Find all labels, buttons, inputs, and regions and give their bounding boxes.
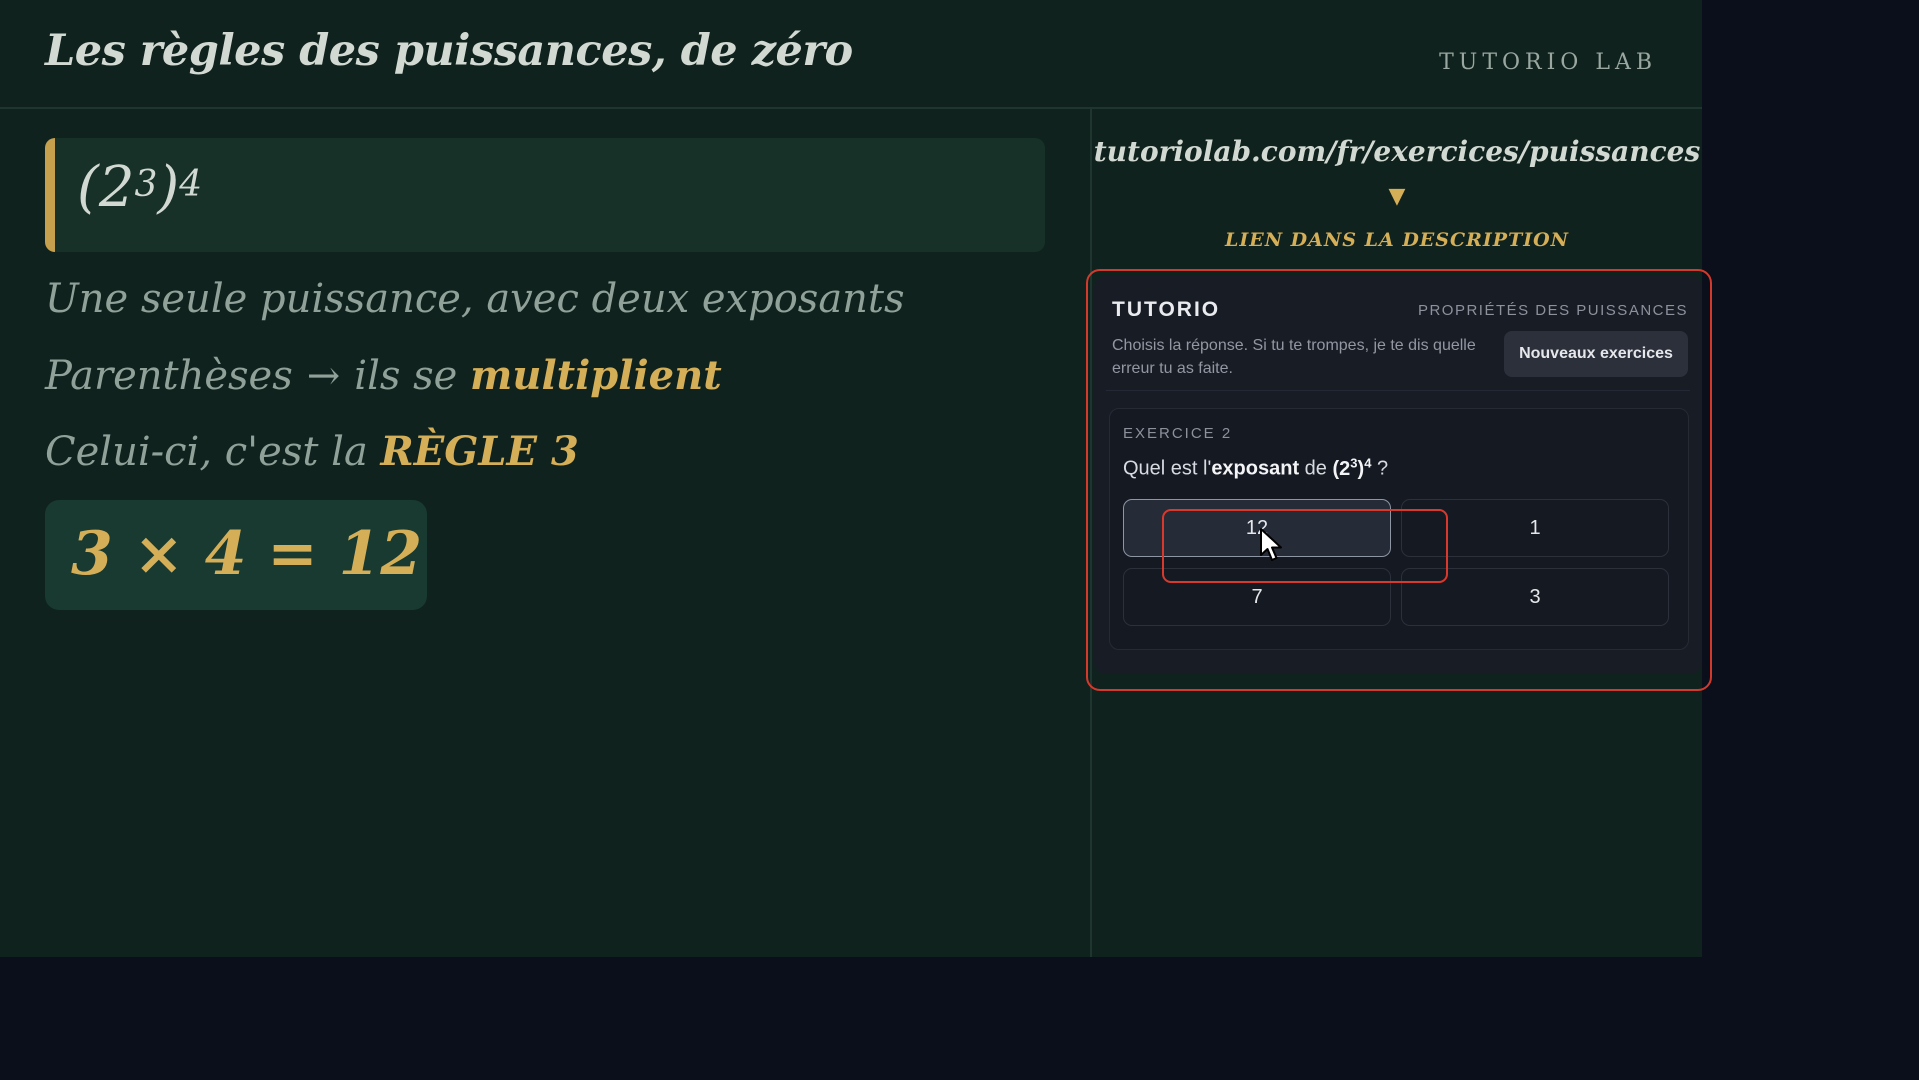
quiz-widget: TUTORIO PROPRIÉTÉS DES PUISSANCES Choisi… — [1094, 276, 1702, 674]
formula: (23)4 — [77, 160, 202, 216]
line2-prefix: Parenthèses — [45, 353, 293, 399]
question-expression: (23)4 — [1332, 455, 1371, 480]
line2-middle: ils se — [354, 353, 458, 399]
question-prefix: Quel est l' — [1123, 457, 1212, 480]
line2-highlight: multiplient — [470, 352, 722, 399]
question-middle: de — [1299, 457, 1333, 480]
formula-outer-exponent: 4 — [179, 164, 203, 205]
widget-instructions: Choisis la réponse. Si tu te trompes, je… — [1112, 337, 1476, 377]
lesson-line-1: Une seule puissance, avec deux exposants — [45, 276, 905, 322]
link-note: LIEN DANS LA DESCRIPTION — [1224, 229, 1570, 251]
lesson-line-2: Parenthèses → ils se multiplient — [45, 352, 722, 399]
calculation-card: 3 × 4 = 12 — [45, 500, 427, 610]
new-exercises-button[interactable]: Nouveaux exercices — [1504, 331, 1688, 377]
exercise-label: EXERCICE 2 — [1123, 425, 1233, 442]
exercise-question: Quel est l'exposant de (23)4 ? — [1123, 455, 1388, 481]
formula-close-paren: ) — [157, 155, 180, 220]
header-bar: Les règles des puissances, de zéro TUTOR… — [0, 0, 1702, 109]
right-arrow-icon: → — [306, 353, 341, 399]
question-keyword: exposant — [1211, 457, 1300, 480]
formula-inner-exponent: 3 — [134, 164, 158, 205]
rule-highlight: RÈGLE 3 — [380, 428, 579, 475]
widget-divider — [1106, 390, 1690, 391]
expression-base: (2 — [1332, 457, 1351, 480]
brand-logo-text: TUTORIO LAB — [1439, 50, 1657, 75]
formula-base: (2 — [77, 155, 135, 220]
page-title: Les règles des puissances, de zéro — [45, 26, 853, 76]
formula-accent-bar — [45, 138, 55, 252]
exercise-link-url: tutoriolab.com/fr/exercices/puissances — [1093, 135, 1701, 168]
selection-highlight-box — [1162, 509, 1448, 583]
question-suffix: ? — [1371, 457, 1389, 480]
widget-topic: PROPRIÉTÉS DES PUISSANCES — [1417, 302, 1688, 319]
triangle-down-icon: ▼ — [1388, 184, 1406, 209]
formula-card: (23)4 — [45, 138, 1045, 252]
line3-prefix: Celui-ci, c'est la — [45, 429, 368, 475]
mouse-pointer-icon — [1260, 528, 1282, 561]
widget-brand: TUTORIO — [1112, 298, 1221, 321]
expression-inner-exponent: 3 — [1350, 455, 1358, 470]
calculation-result: 3 × 4 = 12 — [71, 519, 423, 589]
lesson-line-3: Celui-ci, c'est la RÈGLE 3 — [45, 428, 579, 475]
